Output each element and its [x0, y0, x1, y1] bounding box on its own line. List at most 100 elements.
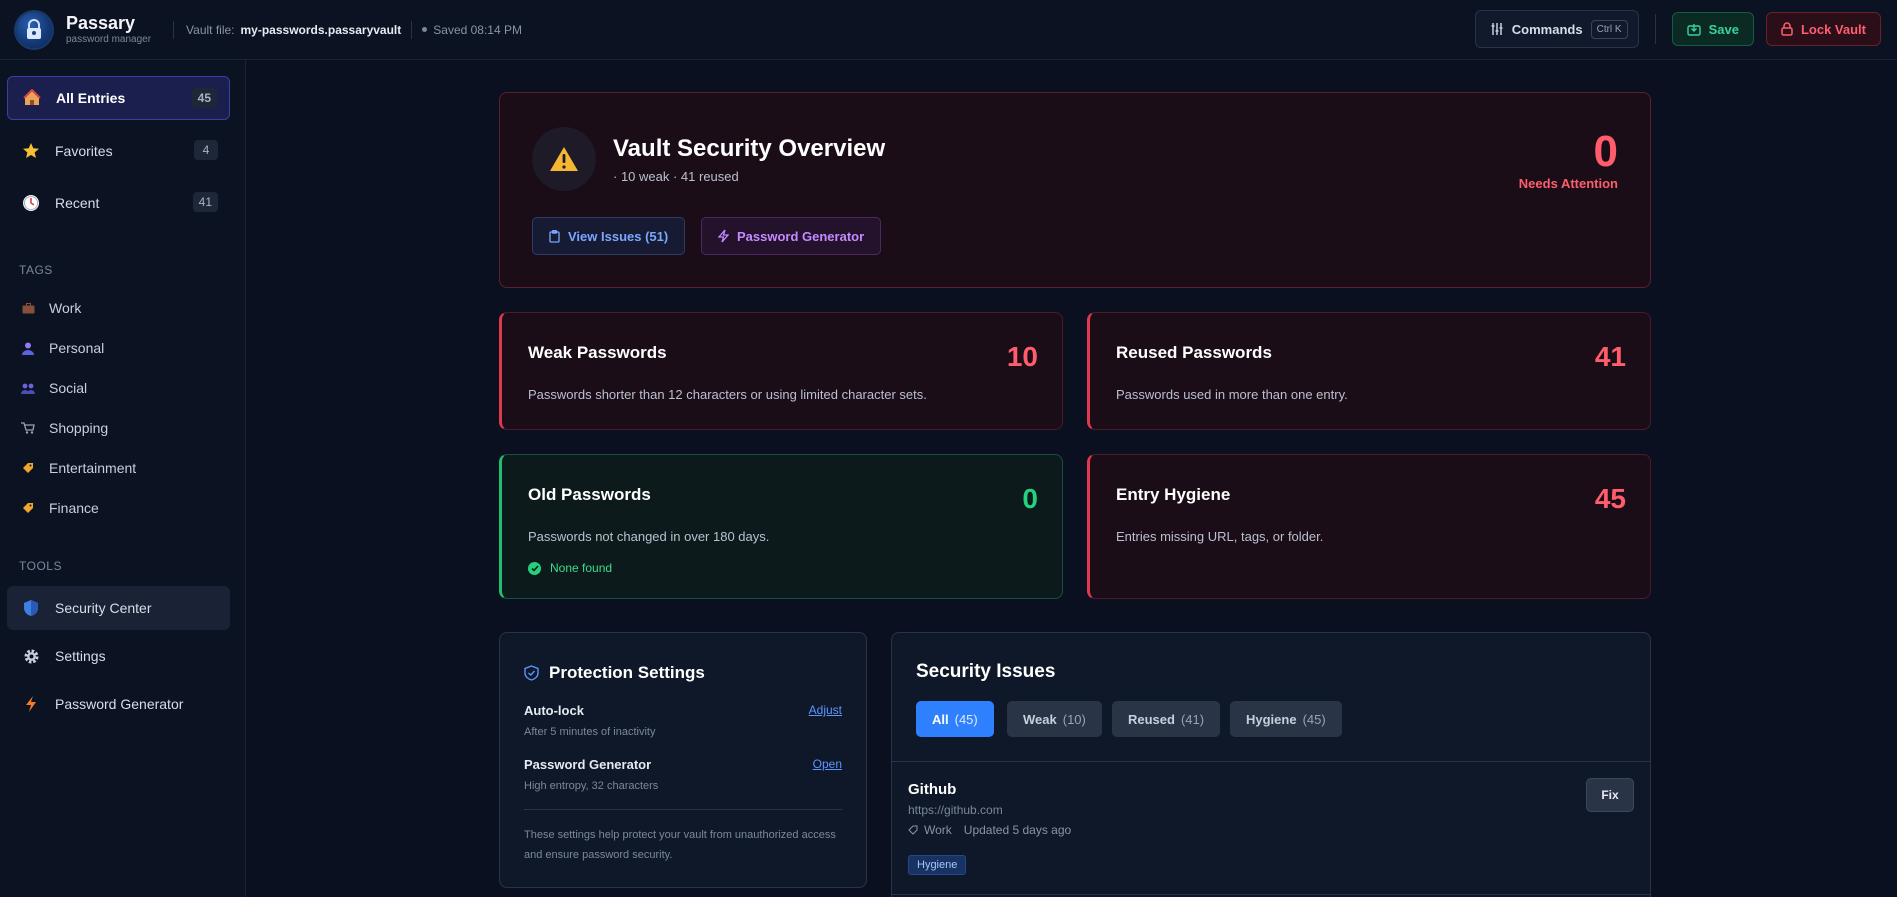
tag-label: Work	[49, 300, 82, 316]
count-badge: 4	[194, 140, 218, 160]
issue-badge: Hygiene	[908, 855, 967, 875]
entry-hygiene-card[interactable]: Entry Hygiene 45 Entries missing URL, ta…	[1087, 454, 1651, 599]
status-dot	[422, 27, 428, 32]
divider	[1654, 14, 1656, 44]
sidebar-item-recent[interactable]: Recent 41	[7, 181, 230, 225]
filter-label: Reused	[1128, 711, 1175, 727]
stat-description: Passwords used in more than one entry.	[1116, 387, 1348, 402]
autolock-value: After 5 minutes of inactivity	[524, 726, 656, 738]
view-issues-label: View Issues (51)	[568, 228, 669, 244]
sidebar-item-shopping[interactable]: Shopping	[21, 420, 108, 436]
tag-label: Social	[49, 380, 88, 396]
briefcase-icon	[21, 301, 35, 315]
sidebar-item-personal[interactable]: Personal	[21, 340, 104, 356]
filter-label: All	[932, 711, 949, 727]
fix-button[interactable]: Fix	[1586, 778, 1634, 812]
tag-icon	[21, 501, 35, 515]
entry-tag: Work	[924, 823, 952, 837]
sidebar-item-all-entries[interactable]: All Entries 45	[7, 76, 230, 120]
stat-title: Weak Passwords	[528, 343, 667, 362]
autolock-label: Auto-lock	[524, 703, 584, 718]
save-label: Save	[1708, 21, 1739, 37]
view-issues-button[interactable]: View Issues (51)	[532, 217, 686, 255]
filter-hygiene[interactable]: Hygiene (45)	[1230, 701, 1342, 737]
filter-label: Hygiene	[1246, 711, 1297, 727]
tags-heading: TAGS	[19, 263, 53, 277]
logo-icon	[16, 11, 52, 48]
reused-passwords-card[interactable]: Reused Passwords 41 Passwords used in mo…	[1087, 312, 1651, 430]
clipboard-icon	[549, 229, 560, 243]
attention-label: Needs Attention	[1518, 176, 1618, 191]
vault-file-name: my-passwords.passaryvault	[240, 22, 402, 37]
app-name: Passary	[66, 13, 136, 33]
password-generator-button[interactable]: Password Generator	[701, 217, 882, 255]
tag-label: Entertainment	[49, 460, 137, 476]
lightning-icon	[718, 229, 729, 243]
tag-outline-icon	[908, 825, 918, 835]
stat-value: 10	[1006, 341, 1038, 372]
app-subtitle: password manager	[66, 34, 152, 45]
filter-all[interactable]: All (45)	[916, 701, 994, 737]
divider	[411, 20, 413, 39]
generator-setting-label: Password Generator	[524, 757, 652, 772]
tag-label: Shopping	[49, 420, 109, 436]
overview-subtitle: · 10 weak · 41 reused	[613, 169, 739, 184]
top-bar: Passary password manager Vault file: my-…	[0, 0, 1897, 60]
sidebar-item-label: Recent	[55, 195, 100, 211]
divider	[173, 20, 175, 39]
sliders-icon	[1490, 22, 1504, 36]
weak-passwords-card[interactable]: Weak Passwords 10 Passwords shorter than…	[499, 312, 1063, 430]
sidebar-item-label: Security Center	[55, 600, 152, 616]
filter-count: (10)	[1062, 711, 1086, 727]
lightning-icon	[21, 694, 41, 714]
stat-description: Passwords shorter than 12 characters or …	[528, 387, 927, 402]
issues-title: Security Issues	[916, 661, 1056, 682]
filter-label: Weak	[1023, 711, 1057, 727]
sidebar-item-work[interactable]: Work	[21, 300, 81, 316]
cart-icon	[21, 421, 35, 435]
old-passwords-card[interactable]: Old Passwords 0 Passwords not changed in…	[499, 454, 1063, 599]
save-status: Saved 08:14 PM	[422, 23, 522, 37]
commands-label: Commands	[1511, 21, 1583, 37]
generator-setting-value: High entropy, 32 characters	[524, 780, 659, 792]
stat-title: Reused Passwords	[1116, 343, 1272, 362]
sidebar-item-label: All Entries	[56, 90, 126, 106]
filter-reused[interactable]: Reused (41)	[1112, 701, 1221, 737]
divider	[524, 809, 842, 810]
sidebar: All Entries 45 Favorites 4 Recent 41 TAG…	[0, 60, 246, 897]
protection-title-text: Protection Settings	[549, 663, 705, 682]
vault-file-label: Vault file:	[186, 22, 235, 37]
sidebar-item-favorites[interactable]: Favorites 4	[7, 129, 230, 173]
sidebar-item-settings[interactable]: Settings	[7, 634, 230, 678]
check-circle-icon	[528, 561, 541, 575]
lock-vault-button[interactable]: Lock Vault	[1765, 12, 1881, 46]
stat-title: Old Passwords	[528, 485, 651, 504]
sidebar-item-social[interactable]: Social	[21, 380, 87, 396]
status-none-found: None found	[528, 561, 612, 575]
security-overview-card: Vault Security Overview · 10 weak · 41 r…	[499, 92, 1651, 288]
stat-title: Entry Hygiene	[1116, 485, 1231, 504]
save-status-text: Saved 08:14 PM	[433, 22, 522, 37]
divider	[892, 894, 1650, 895]
adjust-autolock-link[interactable]: Adjust	[809, 703, 842, 717]
stat-description: Entries missing URL, tags, or folder.	[1116, 529, 1324, 544]
lock-label: Lock Vault	[1800, 21, 1866, 37]
open-generator-link[interactable]: Open	[813, 757, 842, 771]
entry-updated: Updated 5 days ago	[963, 823, 1072, 837]
sidebar-item-finance[interactable]: Finance	[21, 500, 99, 516]
tag-label: Finance	[49, 500, 99, 516]
sidebar-item-label: Password Generator	[55, 696, 184, 712]
stat-description: Passwords not changed in over 180 days.	[528, 529, 770, 544]
overview-title: Vault Security Overview	[613, 135, 886, 162]
sidebar-item-password-generator[interactable]: Password Generator	[7, 682, 230, 726]
entry-name[interactable]: Github	[908, 781, 956, 798]
gear-icon	[21, 646, 41, 666]
save-button[interactable]: Save	[1671, 12, 1754, 46]
filter-weak[interactable]: Weak (10)	[1007, 701, 1102, 737]
commands-button[interactable]: Commands Ctrl K	[1474, 10, 1639, 48]
house-icon	[22, 88, 42, 108]
clock-icon	[21, 193, 41, 213]
sidebar-item-security-center[interactable]: Security Center	[7, 586, 230, 630]
sidebar-item-entertainment[interactable]: Entertainment	[21, 460, 136, 476]
filter-count: (41)	[1180, 711, 1205, 727]
